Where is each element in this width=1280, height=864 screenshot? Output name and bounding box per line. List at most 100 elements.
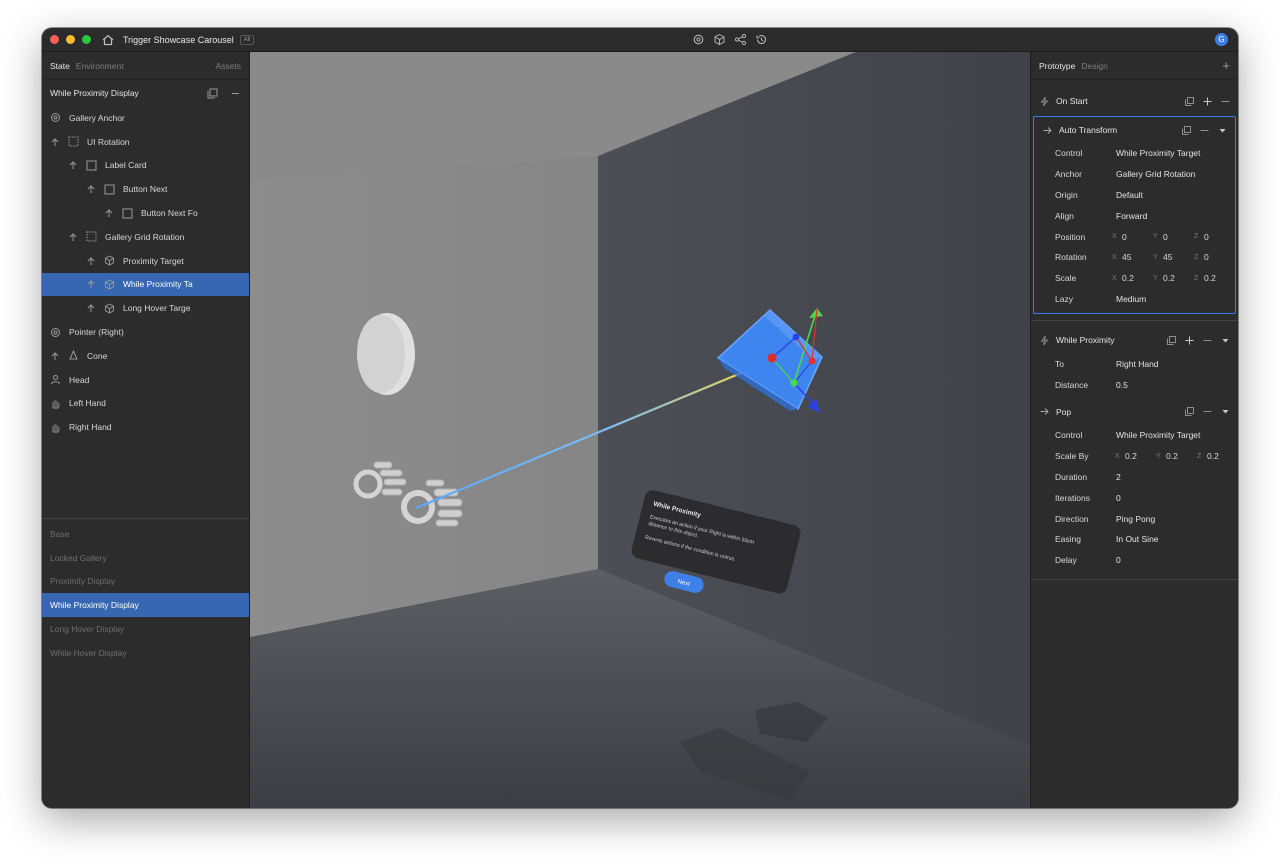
prop-iterations[interactable]: Iterations 0: [1031, 487, 1238, 508]
parent-arrow-icon[interactable]: [86, 256, 96, 266]
auto-transform-header[interactable]: Auto Transform: [1034, 117, 1235, 143]
history-icon[interactable]: [755, 33, 768, 46]
prop-duration[interactable]: Duration 2: [1031, 467, 1238, 488]
prop-easing[interactable]: Easing In Out Sine: [1031, 529, 1238, 550]
prop-origin[interactable]: Origin Default: [1034, 185, 1235, 206]
tab-design[interactable]: Design: [1081, 61, 1107, 71]
user-avatar[interactable]: G: [1215, 33, 1228, 46]
rotation-y[interactable]: 45: [1163, 252, 1194, 262]
minus-icon[interactable]: [1221, 97, 1230, 106]
duplicate-icon[interactable]: [1185, 96, 1194, 106]
prop-align[interactable]: Align Forward: [1034, 205, 1235, 226]
tree-item[interactable]: Button Next: [42, 177, 249, 201]
state-item[interactable]: While Hover Display: [42, 641, 249, 665]
parent-arrow-icon[interactable]: [86, 184, 96, 194]
all-badge[interactable]: All: [239, 34, 255, 45]
state-item[interactable]: Long Hover Display: [42, 617, 249, 641]
scale-by-y[interactable]: 0.2: [1166, 451, 1197, 461]
parent-arrow-icon[interactable]: [86, 279, 96, 289]
plus-icon[interactable]: [1203, 97, 1212, 106]
on-start-trigger[interactable]: On Start: [1031, 88, 1238, 114]
3d-viewport[interactable]: While Proximity Executes an action if yo…: [250, 52, 1030, 808]
scale-z[interactable]: 0.2: [1204, 273, 1235, 283]
home-icon[interactable]: [101, 33, 115, 47]
position-z[interactable]: 0: [1204, 232, 1235, 242]
parent-arrow-icon[interactable]: [50, 137, 60, 147]
duplicate-icon[interactable]: [207, 88, 218, 99]
tree-item-label: Button Next: [123, 184, 168, 195]
chevron-down-icon[interactable]: [1221, 407, 1230, 416]
prop-direction[interactable]: Direction Ping Pong: [1031, 508, 1238, 529]
refresh-icon[interactable]: [692, 33, 705, 46]
tree-item[interactable]: Button Next Fo: [42, 201, 249, 225]
position-x[interactable]: 0: [1122, 232, 1153, 242]
parent-arrow-icon[interactable]: [50, 351, 60, 361]
zoom-window-button[interactable]: [82, 35, 91, 44]
tree-item[interactable]: Proximity Target: [42, 249, 249, 273]
tree-item[interactable]: Label Card: [42, 154, 249, 178]
scale-by-z[interactable]: 0.2: [1207, 451, 1238, 461]
prop-scale[interactable]: Scale X 0.2 Y 0.2 Z 0.2: [1034, 268, 1235, 289]
tree-item[interactable]: Left Hand: [42, 392, 249, 416]
tree-item[interactable]: Gallery Anchor: [42, 106, 249, 130]
chevron-down-icon[interactable]: [1218, 126, 1227, 135]
minus-icon[interactable]: [1203, 336, 1212, 345]
duplicate-icon[interactable]: [1182, 125, 1191, 135]
tab-environment[interactable]: Environment: [76, 61, 124, 71]
duplicate-icon[interactable]: [1185, 407, 1194, 417]
tab-state[interactable]: State: [50, 61, 70, 71]
prop-lazy[interactable]: Lazy Medium: [1034, 289, 1235, 310]
position-y[interactable]: 0: [1163, 232, 1194, 242]
prop-delay[interactable]: Delay 0: [1031, 550, 1238, 571]
tree-item[interactable]: Pointer (Right): [42, 320, 249, 344]
plus-icon[interactable]: [1185, 336, 1194, 345]
headset-model[interactable]: [357, 313, 415, 395]
auto-transform-action[interactable]: Auto Transform Control While Proximity Ta…: [1033, 116, 1236, 315]
tree-item[interactable]: Gallery Grid Rotation: [42, 225, 249, 249]
tree-item[interactable]: Cone: [42, 344, 249, 368]
scale-x[interactable]: 0.2: [1122, 273, 1153, 283]
tree-item[interactable]: Right Hand: [42, 415, 249, 439]
prop-pop-control[interactable]: Control While Proximity Target: [1031, 425, 1238, 446]
scale-y[interactable]: 0.2: [1163, 273, 1194, 283]
parent-arrow-icon[interactable]: [68, 232, 78, 242]
tab-prototype[interactable]: Prototype: [1039, 61, 1075, 71]
titlebar: Trigger Showcase Carousel All G: [42, 28, 1238, 52]
prop-control[interactable]: Control While Proximity Target: [1034, 143, 1235, 164]
minus-icon[interactable]: [230, 88, 241, 99]
prop-anchor[interactable]: Anchor Gallery Grid Rotation: [1034, 164, 1235, 185]
prop-rotation[interactable]: Rotation X 45 Y 45 Z0: [1034, 247, 1235, 268]
while-proximity-trigger[interactable]: While Proximity: [1031, 327, 1238, 353]
tree-item[interactable]: UI Rotation: [42, 130, 249, 154]
parent-arrow-icon[interactable]: [86, 303, 96, 313]
tree-item[interactable]: While Proximity Ta: [42, 272, 249, 297]
share-icon[interactable]: [734, 33, 747, 46]
minus-icon[interactable]: [1203, 407, 1212, 416]
state-item[interactable]: Base: [42, 522, 249, 546]
tree-item[interactable]: Long Hover Targe: [42, 296, 249, 320]
state-item[interactable]: Proximity Display: [42, 570, 249, 594]
tree-item[interactable]: Head: [42, 368, 249, 392]
duplicate-icon[interactable]: [1167, 335, 1176, 345]
prop-to[interactable]: To Right Hand: [1031, 353, 1238, 374]
rotation-x[interactable]: 45: [1122, 252, 1153, 262]
chevron-down-icon[interactable]: [1221, 336, 1230, 345]
state-item[interactable]: Locked Gallery: [42, 546, 249, 570]
scene-canvas[interactable]: While Proximity Executes an action if yo…: [250, 52, 1030, 808]
prop-position[interactable]: Position X0 Y0 Z0: [1034, 226, 1235, 247]
rotation-z[interactable]: 0: [1204, 252, 1235, 262]
state-item[interactable]: While Proximity Display: [42, 593, 249, 618]
prop-distance[interactable]: Distance 0.5: [1031, 374, 1238, 395]
parent-arrow-icon[interactable]: [68, 160, 78, 170]
add-icon[interactable]: +: [1222, 58, 1230, 73]
minus-icon[interactable]: [1200, 126, 1209, 135]
tab-assets[interactable]: Assets: [215, 61, 241, 71]
cube-icon[interactable]: [713, 33, 726, 46]
pop-action[interactable]: Pop: [1031, 399, 1238, 425]
prop-scale-by[interactable]: Scale By X 0.2 Y 0.2 Z 0.2: [1031, 446, 1238, 467]
parent-arrow-icon[interactable]: [104, 208, 114, 218]
close-window-button[interactable]: [50, 35, 59, 44]
square-icon: [122, 208, 133, 219]
scale-by-x[interactable]: 0.2: [1125, 451, 1156, 461]
minimize-window-button[interactable]: [66, 35, 75, 44]
